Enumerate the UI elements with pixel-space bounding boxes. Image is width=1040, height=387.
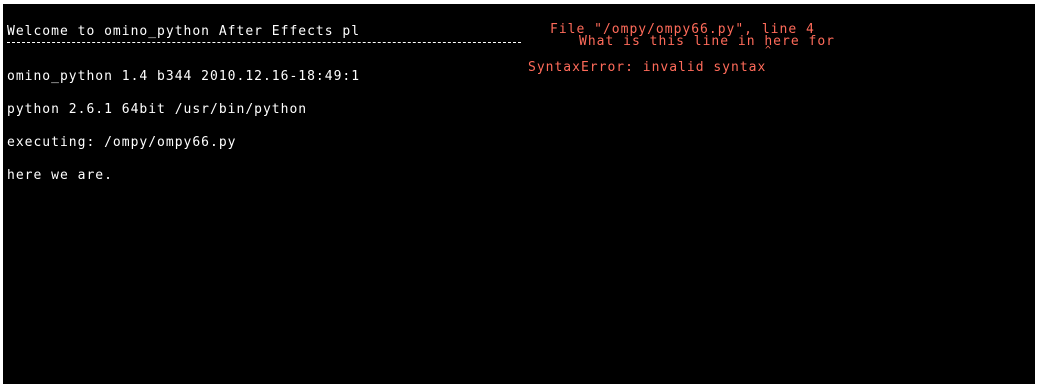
output-line-here: here we are. xyxy=(7,168,113,183)
error-source-line: What is this line in here for xyxy=(579,34,835,49)
output-lines: omino_python 1.4 b344 2010.12.16-18:49:1… xyxy=(7,49,360,203)
welcome-banner: Welcome to omino_python After Effects pl xyxy=(7,24,361,39)
output-line-executing: executing: /ompy/ompy66.py xyxy=(7,135,237,150)
error-caret: ^ xyxy=(765,45,773,56)
output-line-version: omino_python 1.4 b344 2010.12.16-18:49:1 xyxy=(7,69,361,84)
console-window: Welcome to omino_python After Effects pl… xyxy=(3,4,1035,384)
banner-underline xyxy=(7,42,521,43)
output-line-python: python 2.6.1 64bit /usr/bin/python xyxy=(7,102,308,117)
error-message: SyntaxError: invalid syntax xyxy=(528,60,767,75)
